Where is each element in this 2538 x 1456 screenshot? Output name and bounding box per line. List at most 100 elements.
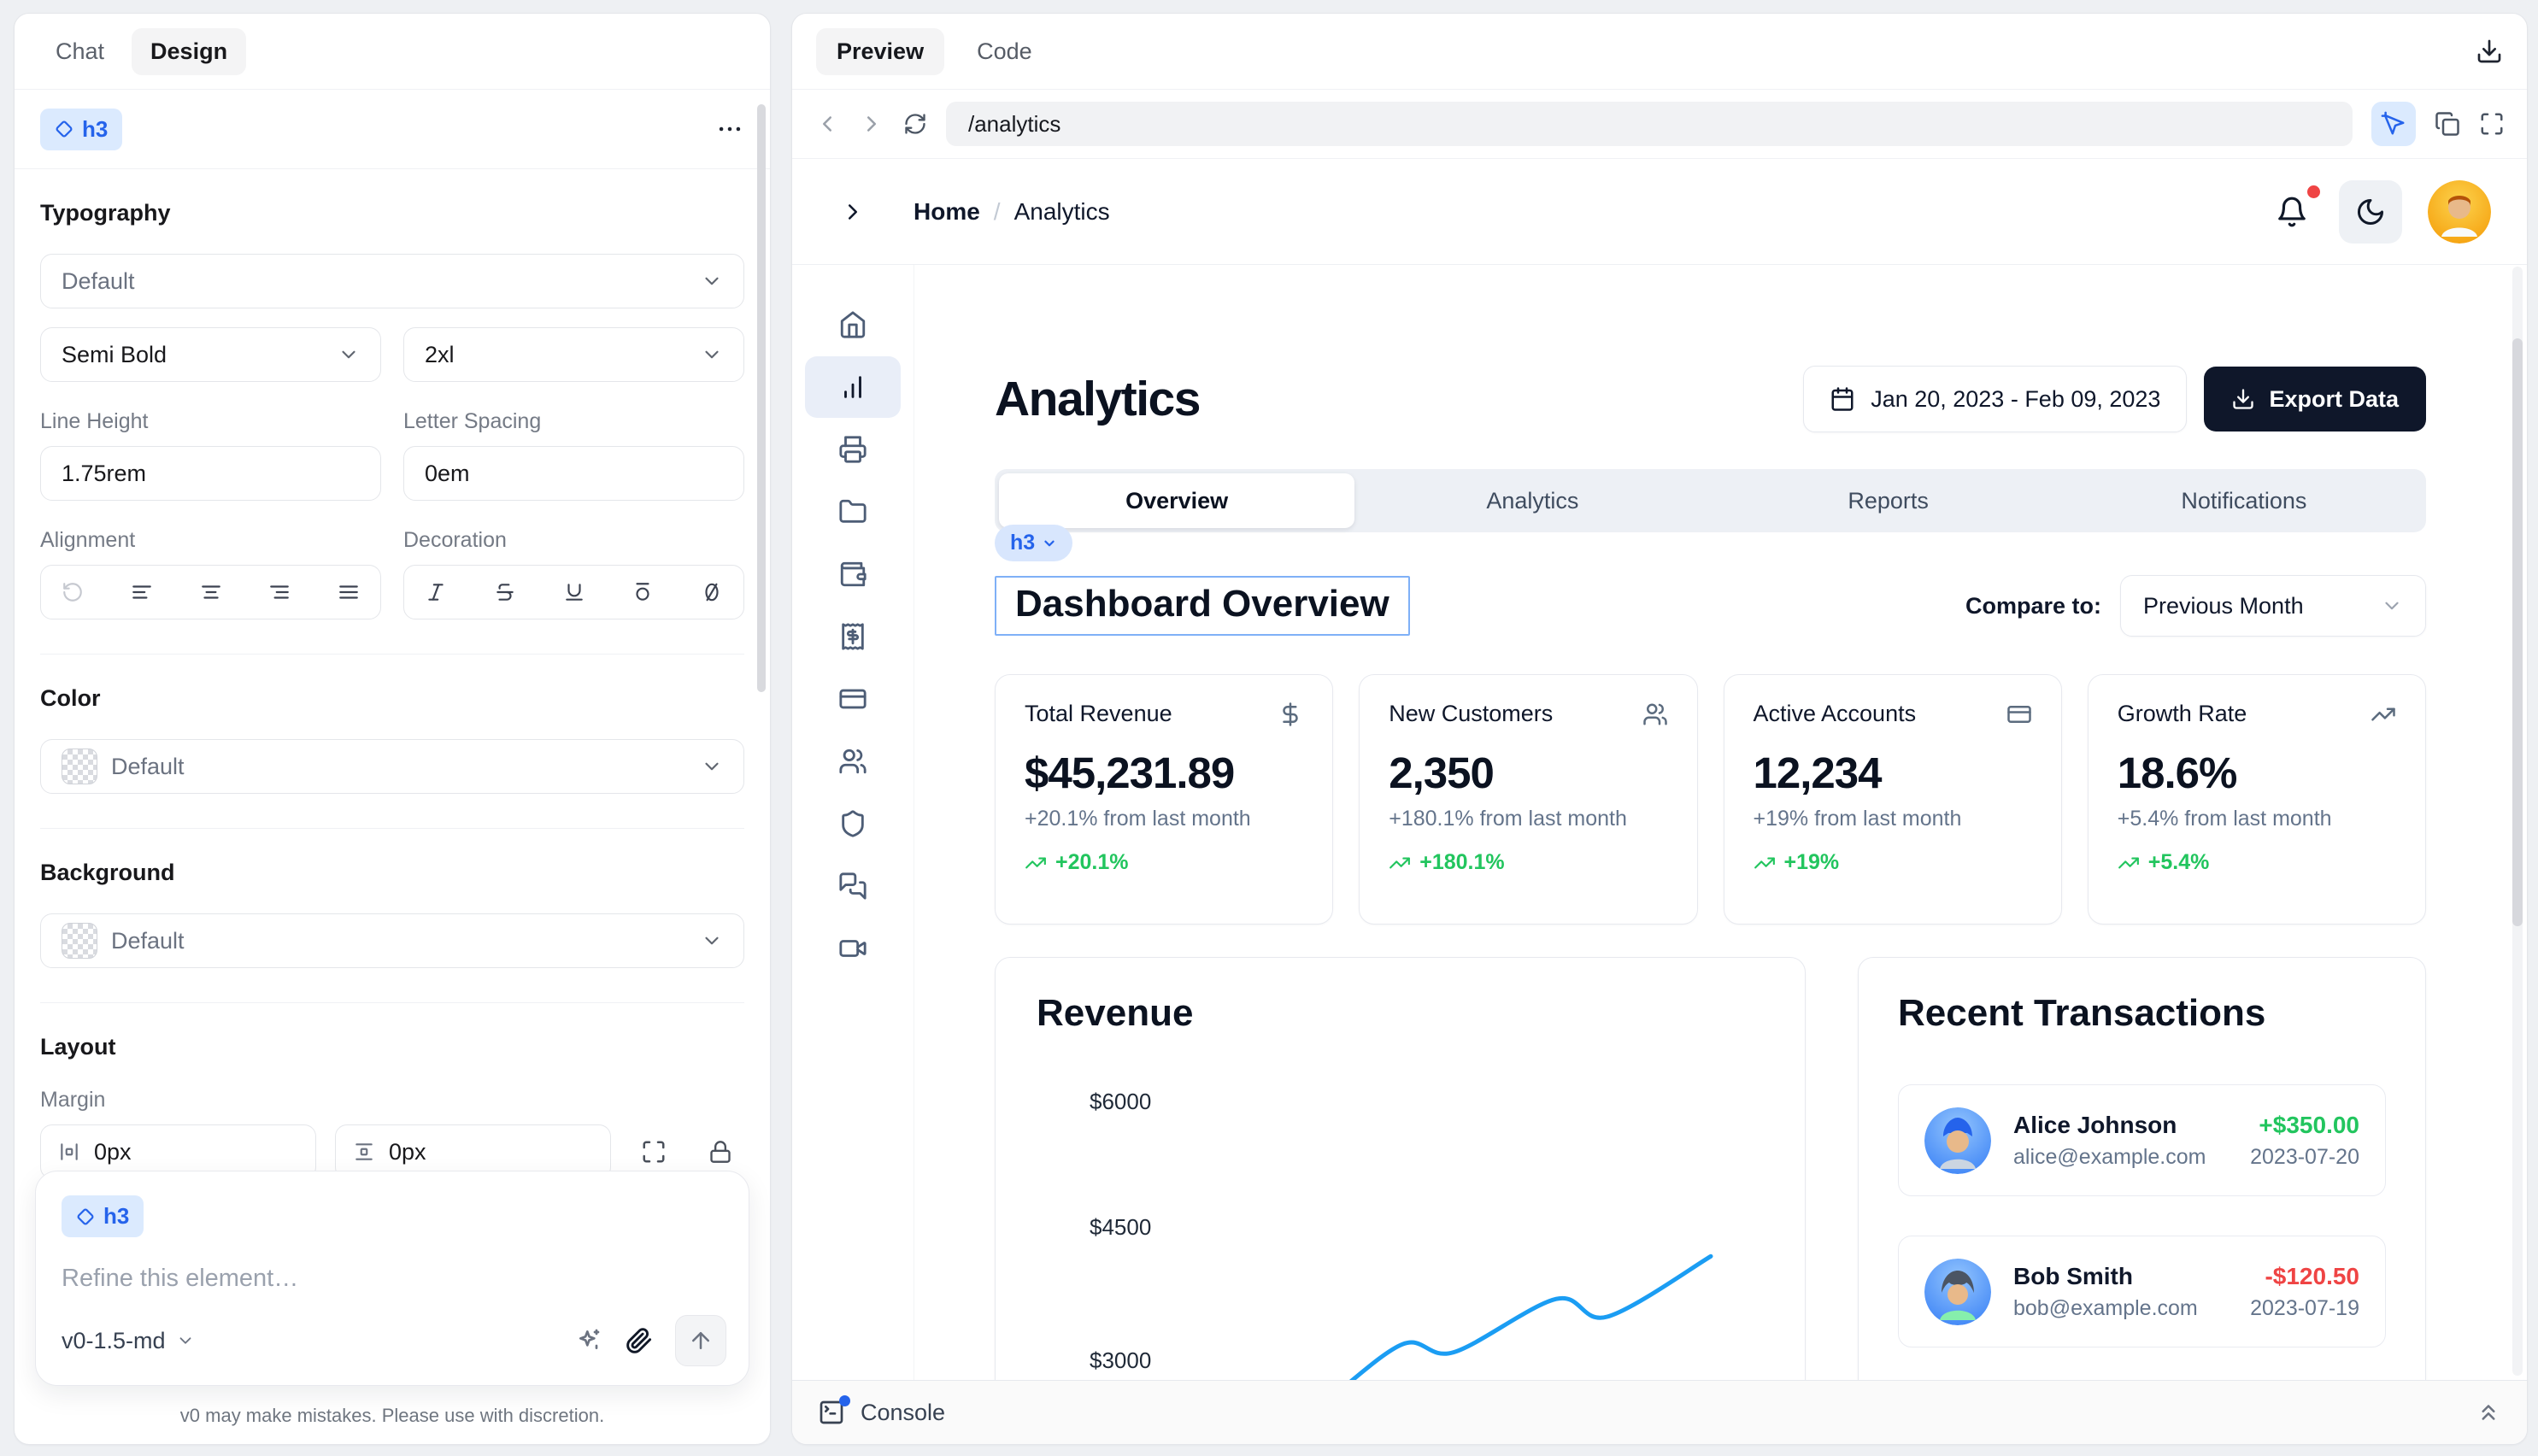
font-size-select[interactable]: 2xl: [403, 327, 744, 382]
model-select[interactable]: v0-1.5-md: [62, 1328, 195, 1354]
v0-workspace: Chat Design h3 Typography Default Semi B…: [0, 0, 2538, 1456]
letter-spacing-input[interactable]: 0em: [403, 446, 744, 501]
dollar-sign-icon: [1278, 702, 1303, 727]
underline-icon[interactable]: [563, 581, 585, 603]
stat-card-growth-rate: Growth Rate 18.6% +5.4% from last month …: [2088, 674, 2426, 925]
sidebar-item-invoices[interactable]: [805, 419, 901, 480]
sidebar-item-customers[interactable]: [805, 731, 901, 792]
date-range-picker[interactable]: Jan 20, 2023 - Feb 09, 2023: [1803, 366, 2187, 432]
layout-heading: Layout: [40, 1034, 744, 1060]
sidebar-item-billing[interactable]: [805, 606, 901, 667]
expand-icon[interactable]: [641, 1139, 667, 1165]
url-input[interactable]: /analytics: [946, 102, 2353, 146]
composer-input[interactable]: Refine this element…: [62, 1265, 723, 1293]
align-right-icon[interactable]: [268, 581, 291, 603]
element-badge[interactable]: h3: [40, 109, 122, 150]
avatar: [1924, 1107, 1991, 1174]
align-center-icon[interactable]: [200, 581, 222, 603]
select-element-button[interactable]: [2371, 102, 2416, 146]
trending-up-icon: [1025, 852, 1047, 874]
tab-reports[interactable]: Reports: [1711, 473, 2066, 528]
sidebar-item-security[interactable]: [805, 793, 901, 854]
chevron-down-icon: [701, 755, 723, 778]
console-label: Console: [861, 1400, 945, 1426]
submit-button[interactable]: [675, 1315, 726, 1366]
italic-icon[interactable]: [425, 581, 447, 603]
transaction-row[interactable]: Alice Johnson alice@example.com +$350.00…: [1898, 1084, 2386, 1196]
recent-transactions-card: Recent Transactions Alice Johnson alice@…: [1858, 957, 2426, 1380]
printer-icon: [838, 435, 867, 464]
notifications-button[interactable]: [2271, 191, 2313, 233]
tab-design[interactable]: Design: [132, 28, 246, 75]
sidebar-item-video[interactable]: [805, 918, 901, 979]
paperclip-icon[interactable]: [626, 1327, 653, 1354]
sidebar-item-cards[interactable]: [805, 668, 901, 730]
chevrons-up-icon[interactable]: [2476, 1400, 2501, 1425]
tab-code[interactable]: Code: [956, 28, 1053, 75]
sidebar-item-home[interactable]: [805, 294, 901, 355]
transaction-amount: -$120.50: [2250, 1263, 2359, 1290]
transactions-list: Alice Johnson alice@example.com +$350.00…: [1859, 1084, 2425, 1380]
composer-element-badge[interactable]: h3: [62, 1195, 144, 1237]
tab-preview[interactable]: Preview: [816, 28, 944, 75]
chevron-down-icon: [701, 270, 723, 292]
download-icon[interactable]: [2476, 38, 2503, 65]
messages-icon: [838, 872, 867, 901]
typography-section: Typography Default Semi Bold 2xl: [40, 169, 744, 655]
transparent-swatch-icon: [62, 749, 97, 784]
sidebar-item-analytics[interactable]: [805, 356, 901, 418]
chevron-down-icon: [701, 343, 723, 366]
fullscreen-icon[interactable]: [2479, 111, 2505, 137]
console-bar[interactable]: Console: [792, 1380, 2527, 1444]
selected-element-tag[interactable]: h3: [995, 525, 1072, 561]
tab-notifications[interactable]: Notifications: [2066, 473, 2422, 528]
undo-icon[interactable]: [62, 581, 84, 603]
color-section: Color Default: [40, 655, 744, 829]
preview-scrollbar-thumb[interactable]: [2512, 338, 2523, 926]
forward-icon[interactable]: [859, 111, 884, 137]
transaction-row[interactable]: Bob Smith bob@example.com -$120.50 2023-…: [1898, 1236, 2386, 1347]
font-weight-select[interactable]: Semi Bold: [40, 327, 381, 382]
section-title-selected[interactable]: Dashboard Overview: [995, 576, 1410, 636]
more-options-icon[interactable]: [715, 114, 744, 144]
strikethrough-icon[interactable]: [494, 581, 516, 603]
dark-mode-toggle[interactable]: [2339, 180, 2402, 244]
back-icon[interactable]: [814, 111, 840, 137]
slashed-zero-icon[interactable]: [701, 581, 723, 603]
user-avatar[interactable]: [2428, 180, 2491, 244]
trending-up-icon: [2118, 852, 2140, 874]
font-family-select[interactable]: Default: [40, 254, 744, 308]
align-left-icon[interactable]: [131, 581, 153, 603]
sparkles-icon[interactable]: [576, 1327, 603, 1354]
diamond-icon: [55, 120, 73, 138]
decoration-toolbar: [403, 565, 744, 619]
tab-chat[interactable]: Chat: [37, 28, 123, 75]
line-height-label: Line Height: [40, 409, 381, 434]
sidebar-item-messages[interactable]: [805, 855, 901, 917]
left-panel-scrollbar[interactable]: [757, 104, 766, 692]
align-justify-icon[interactable]: [338, 581, 360, 603]
alignment-toolbar: [40, 565, 381, 619]
background-select[interactable]: Default: [40, 913, 744, 968]
sidebar-toggle-button[interactable]: [792, 199, 914, 225]
revenue-line-chart: [996, 958, 1807, 1380]
tab-analytics[interactable]: Analytics: [1354, 473, 1710, 528]
line-height-input[interactable]: 1.75rem: [40, 446, 381, 501]
background-heading: Background: [40, 860, 744, 886]
refresh-icon[interactable]: [903, 112, 927, 136]
decoration-label: Decoration: [403, 528, 744, 553]
copy-icon[interactable]: [2435, 111, 2460, 137]
chevron-down-icon: [338, 343, 360, 366]
color-select[interactable]: Default: [40, 739, 744, 794]
tab-overview[interactable]: Overview: [999, 473, 1354, 528]
breadcrumb-home[interactable]: Home: [914, 198, 980, 226]
element-badge-label: h3: [82, 116, 108, 143]
overline-icon[interactable]: [632, 581, 654, 603]
export-data-button[interactable]: Export Data: [2204, 367, 2426, 432]
bar-chart-icon: [838, 373, 867, 402]
compare-select[interactable]: Previous Month: [2120, 575, 2426, 637]
sidebar-item-files[interactable]: [805, 481, 901, 543]
lock-icon[interactable]: [708, 1140, 732, 1164]
sidebar-item-wallet[interactable]: [805, 543, 901, 605]
trending-up-icon: [1389, 852, 1411, 874]
